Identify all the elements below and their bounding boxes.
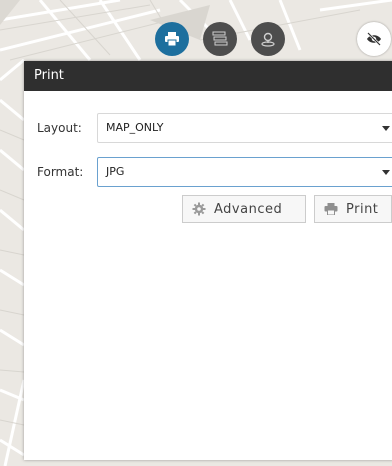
layers-icon (211, 31, 229, 47)
location-icon (260, 31, 276, 47)
layers-tool-button[interactable] (203, 22, 237, 56)
gear-icon (192, 202, 206, 216)
advanced-button[interactable]: Advanced (182, 195, 306, 223)
advanced-button-label: Advanced (214, 201, 283, 217)
printer-icon (324, 203, 338, 215)
printer-icon (164, 32, 180, 46)
format-select-value: JPG (106, 165, 125, 178)
print-panel: Print Layout: MAP_ONLY Format: JPG Advan… (24, 61, 392, 460)
format-label: Format: (37, 165, 84, 179)
layout-select-value: MAP_ONLY (106, 121, 164, 134)
format-row: Format: JPG (24, 157, 392, 187)
layout-row: Layout: MAP_ONLY (24, 113, 392, 143)
print-tool-button[interactable] (155, 22, 189, 56)
eye-off-icon (366, 32, 382, 46)
layout-select[interactable]: MAP_ONLY (97, 113, 392, 143)
layout-label: Layout: (37, 121, 82, 135)
format-select[interactable]: JPG (97, 157, 392, 187)
print-button-label: Print (346, 201, 379, 217)
panel-title: Print (24, 61, 392, 91)
chevron-down-icon (382, 170, 390, 175)
chevron-down-icon (382, 126, 390, 131)
measure-tool-button[interactable] (251, 22, 285, 56)
visibility-toggle-button[interactable] (357, 22, 391, 56)
print-button[interactable]: Print (314, 195, 392, 223)
